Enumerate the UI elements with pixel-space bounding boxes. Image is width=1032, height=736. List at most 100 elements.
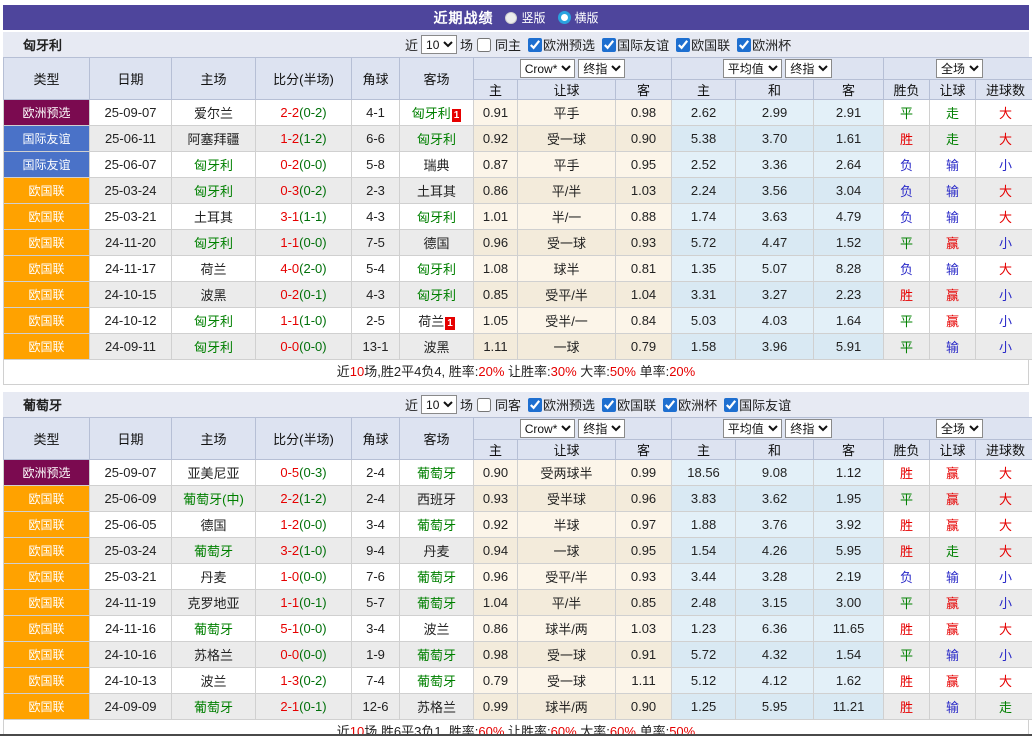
team-name: 苏格兰 [417,700,456,715]
same-venue-checkbox[interactable] [477,38,491,52]
league-checkbox[interactable] [663,398,677,412]
team-section-portugal: 葡萄牙 近 10 场 同客 欧洲预选 欧国联 欧洲杯 国际友谊 类型 [3,392,1029,736]
filter-controls: 近 10 场 同主 欧洲预选 国际友谊 欧国联 欧洲杯 [405,35,791,54]
league-checkbox[interactable] [724,398,738,412]
competition-type-cell: 欧国联 [4,204,90,230]
away-team-cell: 葡萄牙 [400,642,474,668]
league-checkbox[interactable] [676,38,690,52]
odds-home-cell: 1.08 [474,256,518,282]
home-team-cell: 爱尔兰 [172,100,256,126]
competition-type-cell: 欧国联 [4,178,90,204]
avg-final-select[interactable]: 终指 [785,419,832,438]
team-name: 丹麦 [423,544,449,559]
odds-home-cell: 0.92 [474,126,518,152]
competition-type-cell: 国际友谊 [4,152,90,178]
corner-cell: 2-4 [352,486,400,512]
odds-company-select[interactable]: Crow* [520,59,575,78]
same-venue-checkbox[interactable] [477,398,491,412]
same-venue-label: 同主 [495,35,521,54]
odds-header-group: Crow* 终指 [474,418,672,440]
team-name: 葡萄牙 [194,544,233,559]
avg-draw-cell: 4.03 [736,308,814,334]
result-wdl-cell: 胜 [884,668,930,694]
avg-away-cell: 3.00 [814,590,884,616]
odds-final-select[interactable]: 终指 [578,59,625,78]
layout-option-vertical[interactable]: 竖版 [505,9,545,26]
halftime-score: (0-3) [299,465,326,480]
league-checkbox[interactable] [528,38,542,52]
summary-text-part: 近 [337,364,350,379]
odds-handicap-cell: 受两球半 [518,460,616,486]
odds-home-cell: 0.86 [474,616,518,642]
halftime-score: (0-0) [299,339,326,354]
radio-vertical-icon[interactable] [505,12,517,24]
summary-text-part: 让胜率: [504,724,550,736]
team-name: 荷兰 [200,262,226,277]
date-cell: 24-10-13 [90,668,172,694]
home-team-cell: 葡萄牙 [172,616,256,642]
avg-draw-cell: 3.62 [736,486,814,512]
result-wdl-cell: 胜 [884,616,930,642]
match-row: 国际友谊25-06-07匈牙利0-2(0-0)5-8瑞典0.87平手0.952.… [4,152,1032,178]
avg-final-select[interactable]: 终指 [785,59,832,78]
away-team-cell: 丹麦 [400,538,474,564]
avg-away-cell: 5.95 [814,538,884,564]
result-handicap-cell: 输 [930,694,976,720]
date-cell: 25-06-09 [90,486,172,512]
recent-count-select[interactable]: 10 [421,35,457,54]
team-name: 瑞典 [423,158,449,173]
halftime-score: (0-0) [299,517,326,532]
halftime-score: (0-0) [299,647,326,662]
home-team-cell: 匈牙利 [172,178,256,204]
red-card-badge: 1 [452,109,462,122]
team-name: 波黑 [200,288,226,303]
result-handicap-cell: 赢 [930,460,976,486]
fulltime-score: 1-2 [280,517,299,532]
competition-type-cell: 欧国联 [4,642,90,668]
date-cell: 25-06-05 [90,512,172,538]
home-team-cell: 波兰 [172,668,256,694]
radio-horizontal-icon[interactable] [558,11,571,24]
result-handicap-cell: 赢 [930,230,976,256]
team-name: 丹麦 [200,570,226,585]
competition-type-cell: 国际友谊 [4,126,90,152]
subheader-result-wdl: 胜负 [884,440,930,460]
match-row: 欧国联25-03-21丹麦1-0(0-0)7-6葡萄牙0.96受平/半0.933… [4,564,1032,590]
match-row: 欧国联24-10-16苏格兰0-0(0-0)1-9葡萄牙0.98受一球0.915… [4,642,1032,668]
league-checkbox[interactable] [602,38,616,52]
scope-select[interactable]: 全场 [936,419,983,438]
same-venue-label: 同客 [495,395,521,414]
away-team-cell: 匈牙利 [400,204,474,230]
avg-draw-cell: 3.56 [736,178,814,204]
avg-home-cell: 1.23 [672,616,736,642]
league-checkbox[interactable] [602,398,616,412]
team-name: 葡萄牙 [417,570,456,585]
home-team-cell: 匈牙利 [172,230,256,256]
odds-company-select[interactable]: Crow* [520,419,575,438]
league-filter: 国际友谊 [723,395,791,414]
odds-final-select[interactable]: 终指 [578,419,625,438]
scope-select[interactable]: 全场 [936,59,983,78]
summary-text-part: 60% [551,724,577,736]
result-wdl-cell: 胜 [884,694,930,720]
match-row: 欧洲预选25-09-07亚美尼亚0-5(0-3)2-4葡萄牙0.90受两球半0.… [4,460,1032,486]
score-cell: 5-1(0-0) [256,616,352,642]
league-checkbox[interactable] [737,38,751,52]
score-cell: 1-0(0-0) [256,564,352,590]
team-name-label: 匈牙利 [23,35,62,54]
recent-count-select[interactable]: 10 [421,395,457,414]
odds-home-cell: 0.87 [474,152,518,178]
halftime-score: (0-0) [299,235,326,250]
score-cell: 1-1(0-0) [256,230,352,256]
corner-cell: 13-1 [352,334,400,360]
avg-draw-cell: 2.99 [736,100,814,126]
avg-away-cell: 2.23 [814,282,884,308]
avg-source-select[interactable]: 平均值 [723,59,782,78]
odds-home-cell: 1.05 [474,308,518,334]
avg-source-select[interactable]: 平均值 [723,419,782,438]
fulltime-score: 2-1 [280,699,299,714]
away-team-cell: 土耳其 [400,178,474,204]
halftime-score: (0-0) [299,569,326,584]
league-checkbox[interactable] [528,398,542,412]
layout-option-horizontal[interactable]: 横版 [558,9,599,26]
